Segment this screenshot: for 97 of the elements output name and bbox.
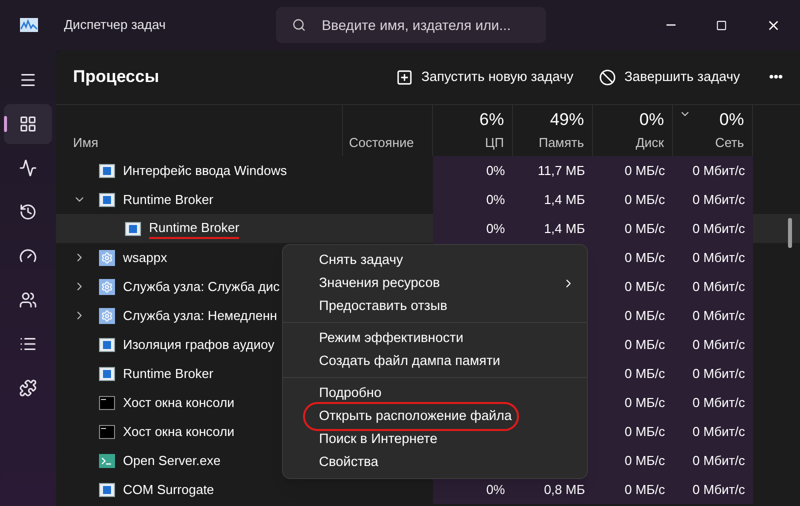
menu-item[interactable]: Свойства (283, 451, 587, 474)
table-cell: 0% (433, 185, 513, 214)
history-icon (19, 203, 37, 221)
gear-icon (99, 250, 115, 266)
table-cell: 0 Мбит/с (673, 185, 753, 214)
end-task-button[interactable]: Завершить задачу (589, 60, 750, 94)
puzzle-icon (19, 379, 37, 397)
menu-item[interactable]: Поиск в Интернете (283, 428, 587, 451)
table-cell: 0 МБ/с (593, 446, 673, 475)
nav-item[interactable] (4, 104, 52, 144)
menu-item[interactable]: Предоставить отзыв (283, 295, 587, 318)
column-header[interactable]: Состояние (343, 105, 433, 156)
process-name: wsappx (123, 248, 168, 267)
process-name: Хост окна консоли (123, 394, 234, 412)
window-icon (99, 366, 115, 380)
maximize-icon (716, 20, 726, 30)
column-header[interactable]: Имя (56, 105, 343, 156)
table-cell: 0% (433, 214, 513, 243)
search-field[interactable]: Введите имя, издателя или... (276, 7, 546, 43)
search-icon (292, 18, 306, 32)
column-label: Память (538, 134, 584, 152)
process-name: Хост окна консоли (123, 422, 234, 441)
table-cell: 0 Мбит/с (673, 214, 753, 243)
table-cell: 11,7 МБ (513, 156, 593, 185)
gear-icon (99, 278, 115, 294)
table-cell: 1,4 МБ (513, 214, 593, 243)
menu-item[interactable]: Открыть расположение файла (283, 405, 587, 428)
table-cell: 1,4 МБ (513, 185, 593, 214)
menu-item[interactable]: Значения ресурсов (283, 272, 587, 295)
table-cell: 0 МБ/с (593, 272, 673, 301)
window-icon (99, 164, 115, 178)
process-name: Runtime Broker (123, 364, 214, 383)
window-icon (125, 222, 141, 236)
table-cell: 0 МБ/с (593, 185, 673, 214)
table-cell: 0% (433, 156, 513, 185)
table-cell: 0 Мбит/с (673, 330, 753, 359)
process-row[interactable]: Runtime Broker 0% 1,4 МБ 0 МБ/с 0 Мбит/с (56, 214, 800, 243)
add-window-icon (396, 68, 414, 86)
menu-item[interactable]: Подробно (283, 382, 587, 405)
table-cell: 0 МБ/с (593, 243, 673, 272)
column-total: 6% (479, 109, 504, 131)
process-name: COM Surrogate (123, 480, 214, 499)
column-total: 0% (639, 109, 664, 131)
table-cell: 0 МБ/с (593, 214, 673, 243)
list-icon (19, 335, 37, 353)
terminal-icon (99, 454, 115, 468)
table-cell: 0 Мбит/с (673, 156, 753, 185)
window-icon (99, 482, 115, 496)
console-icon (99, 424, 115, 438)
console-icon (99, 396, 115, 410)
users-icon (19, 291, 37, 309)
column-label: Диск (636, 134, 664, 152)
column-label: Сеть (715, 134, 744, 152)
menu-item[interactable]: Режим эффективности (283, 327, 587, 350)
table-cell: 0 МБ/с (593, 156, 673, 185)
column-total: 0% (719, 109, 744, 131)
process-name: Служба узла: Немедленн (123, 306, 278, 325)
table-cell: 0 Мбит/с (673, 388, 753, 417)
process-name: Runtime Broker (123, 190, 214, 209)
table-cell: 0 Мбит/с (673, 417, 753, 446)
app-logo-icon (20, 18, 38, 32)
table-cell: 0 МБ/с (593, 388, 673, 417)
new-task-button[interactable]: Запустить новую задачу (386, 60, 584, 94)
window-title: Диспетчер задач (64, 16, 166, 34)
table-cell: 0 МБ/с (593, 475, 673, 504)
gauge-icon (19, 247, 37, 265)
table-cell: 0 МБ/с (593, 330, 673, 359)
table-cell: 0 Мбит/с (673, 272, 753, 301)
process-name: Open Server.exe (123, 452, 221, 470)
process-name: Изоляция графов аудиоу (123, 336, 274, 354)
process-name: Runtime Broker (149, 218, 240, 240)
gear-icon (99, 308, 115, 324)
table-cell: 0 Мбит/с (673, 301, 753, 330)
table-cell: 0 МБ/с (593, 359, 673, 388)
table-cell: 0 Мбит/с (673, 446, 753, 475)
process-name: Служба узла: Служба дис (123, 278, 280, 296)
window-icon (99, 192, 115, 206)
table-cell: 0 Мбит/с (673, 475, 753, 504)
prohibited-icon (599, 68, 616, 86)
column-total: 49% (550, 109, 584, 131)
menu-icon (19, 71, 37, 89)
more-button[interactable]: ••• (756, 60, 796, 94)
column-label: Имя (73, 134, 100, 152)
window-icon (99, 338, 115, 352)
table-cell: 0 МБ/с (593, 417, 673, 446)
grid-icon (19, 115, 37, 133)
menu-item[interactable]: Создать файл дампа памяти (283, 350, 587, 373)
column-label: ЦП (485, 134, 504, 152)
table-cell: 0 МБ/с (593, 301, 673, 330)
menu-item[interactable]: Снять задачу (283, 249, 587, 272)
process-name: Интерфейс ввода Windows (123, 162, 287, 180)
table-cell: 0 Мбит/с (673, 359, 753, 388)
pulse-icon (19, 159, 37, 177)
scrollbar-thumb (788, 218, 792, 248)
column-label: Состояние (349, 134, 415, 152)
page-title: Процессы (73, 66, 160, 88)
table-cell: 0 Мбит/с (673, 243, 753, 272)
